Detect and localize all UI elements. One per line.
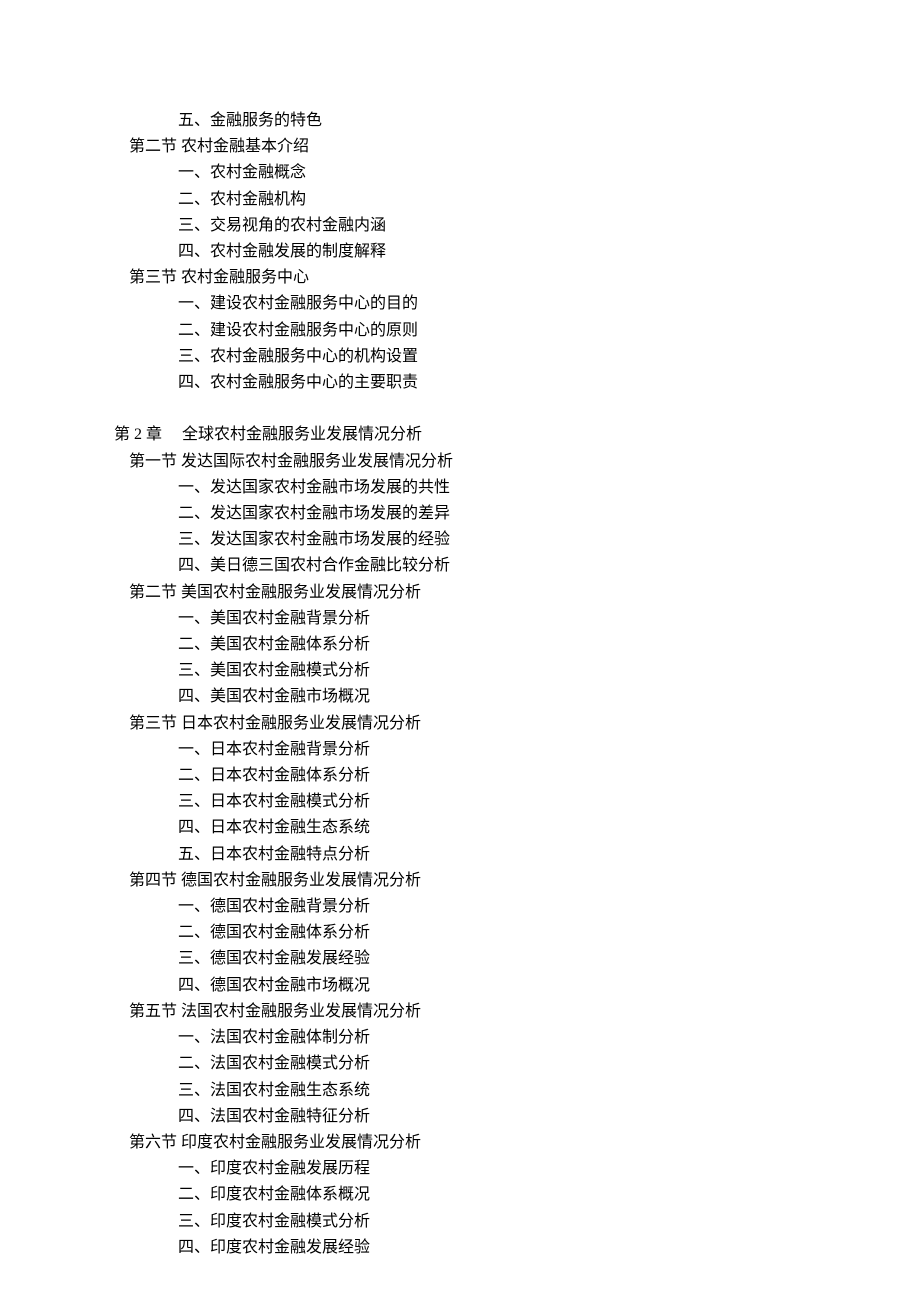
toc-entry-level-3: 一、日本农村金融背景分析 [129,737,920,763]
toc-entry-level-2: 第三节 日本农村金融服务业发展情况分析 [129,711,920,737]
toc-entry-level-3: 四、农村金融服务中心的主要职责 [129,370,920,396]
toc-entry-level-3: 二、美国农村金融体系分析 [129,632,920,658]
toc-entry-level-2: 第六节 印度农村金融服务业发展情况分析 [129,1130,920,1156]
toc-entry-level-3: 二、建设农村金融服务中心的原则 [129,318,920,344]
toc-entry-level-2: 第二节 农村金融基本介绍 [129,134,920,160]
toc-entry-level-3: 三、农村金融服务中心的机构设置 [129,344,920,370]
toc-entry-level-3: 四、农村金融发展的制度解释 [129,239,920,265]
toc-entry-level-2: 第四节 德国农村金融服务业发展情况分析 [129,868,920,894]
blank-line [129,396,920,422]
toc-entry-level-3: 一、发达国家农村金融市场发展的共性 [129,475,920,501]
toc-entry-level-3: 一、印度农村金融发展历程 [129,1156,920,1182]
toc-entry-level-3: 三、法国农村金融生态系统 [129,1078,920,1104]
toc-entry-level-3: 一、法国农村金融体制分析 [129,1025,920,1051]
toc-entry-level-3: 四、美国农村金融市场概况 [129,684,920,710]
toc-entry-level-3: 四、日本农村金融生态系统 [129,815,920,841]
toc-entry-level-3: 二、日本农村金融体系分析 [129,763,920,789]
toc-entry-level-3: 五、金融服务的特色 [129,108,920,134]
toc-entry-level-3: 三、美国农村金融模式分析 [129,658,920,684]
toc-entry-level-3: 五、日本农村金融特点分析 [129,842,920,868]
toc-entry-level-3: 三、发达国家农村金融市场发展的经验 [129,527,920,553]
toc-entry-level-3: 二、农村金融机构 [129,187,920,213]
toc-entry-level-3: 三、日本农村金融模式分析 [129,789,920,815]
toc-entry-level-3: 四、德国农村金融市场概况 [129,973,920,999]
toc-entry-level-3: 一、农村金融概念 [129,160,920,186]
toc-entry-level-1: 第 2 章 全球农村金融服务业发展情况分析 [114,422,920,448]
toc-entry-level-3: 四、法国农村金融特征分析 [129,1104,920,1130]
toc-entry-level-3: 二、法国农村金融模式分析 [129,1051,920,1077]
toc-entry-level-2: 第五节 法国农村金融服务业发展情况分析 [129,999,920,1025]
document-content: 五、金融服务的特色第二节 农村金融基本介绍一、农村金融概念二、农村金融机构三、交… [129,108,920,1261]
toc-entry-level-3: 四、印度农村金融发展经验 [129,1235,920,1261]
toc-entry-level-3: 二、德国农村金融体系分析 [129,920,920,946]
toc-entry-level-3: 二、发达国家农村金融市场发展的差异 [129,501,920,527]
toc-entry-level-2: 第二节 美国农村金融服务业发展情况分析 [129,580,920,606]
toc-entry-level-2: 第三节 农村金融服务中心 [129,265,920,291]
toc-entry-level-3: 二、印度农村金融体系概况 [129,1182,920,1208]
toc-entry-level-3: 一、美国农村金融背景分析 [129,606,920,632]
toc-entry-level-3: 一、德国农村金融背景分析 [129,894,920,920]
toc-entry-level-3: 三、交易视角的农村金融内涵 [129,213,920,239]
toc-entry-level-3: 四、美日德三国农村合作金融比较分析 [129,553,920,579]
toc-entry-level-3: 三、印度农村金融模式分析 [129,1209,920,1235]
toc-entry-level-3: 三、德国农村金融发展经验 [129,946,920,972]
toc-entry-level-3: 一、建设农村金融服务中心的目的 [129,291,920,317]
toc-entry-level-2: 第一节 发达国际农村金融服务业发展情况分析 [129,449,920,475]
